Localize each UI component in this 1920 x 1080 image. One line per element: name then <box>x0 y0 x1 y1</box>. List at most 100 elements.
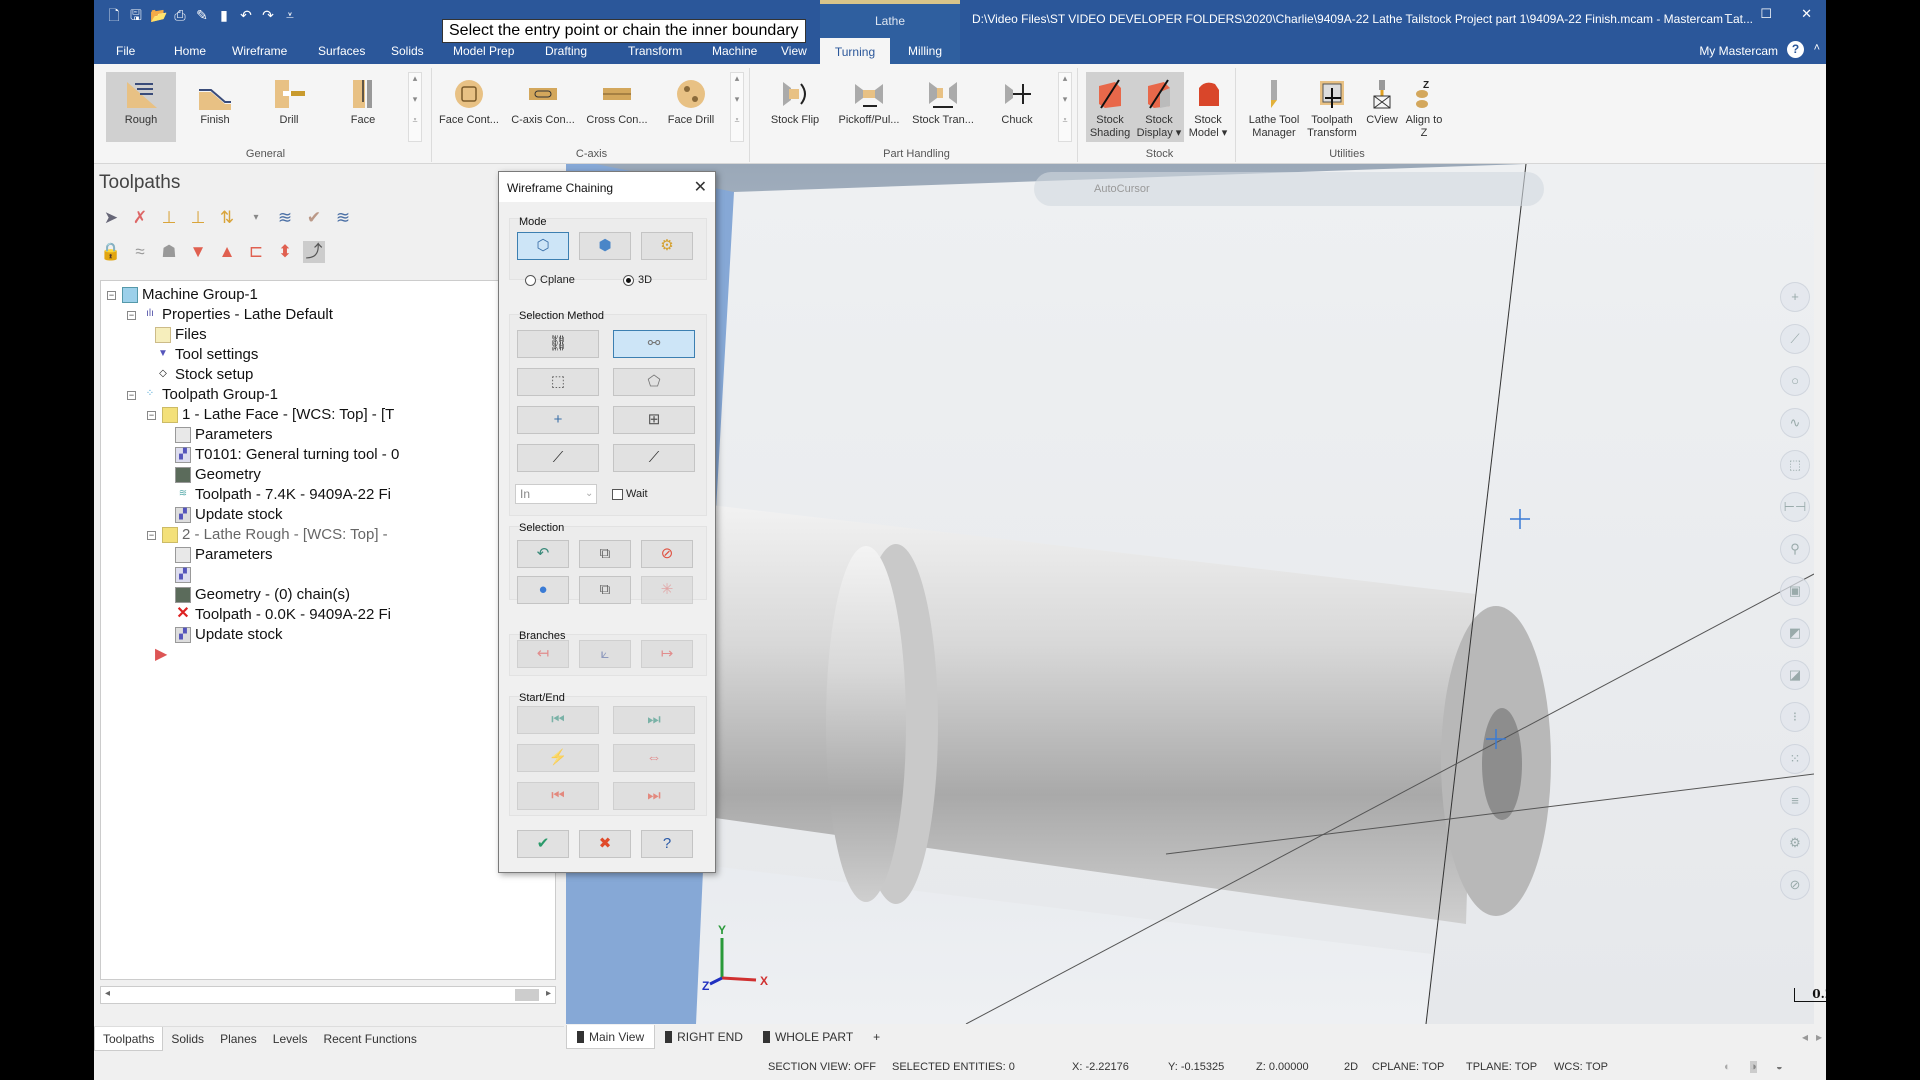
cross-contour-button[interactable]: Cross Con... <box>582 72 652 142</box>
stock-display-button[interactable]: Stock Display ▾ <box>1134 72 1184 142</box>
end-forward-button[interactable]: ⏭ <box>613 782 695 810</box>
tree-node-toolpath-group[interactable]: − ⁘ Toolpath Group-1 <box>127 385 278 405</box>
cplane-radio[interactable]: Cplane <box>525 274 575 286</box>
stock-model-button[interactable]: Stock Model ▾ <box>1184 72 1232 142</box>
tree-node-tool-settings[interactable]: ▼ Tool settings <box>155 345 258 365</box>
scroll-right-icon[interactable]: ▸ <box>546 988 551 999</box>
tplane-status[interactable]: TPLANE: TOP <box>1466 1061 1537 1073</box>
tab-file[interactable]: File <box>108 38 143 64</box>
point-method-button[interactable]: + <box>517 406 599 434</box>
wait-checkbox[interactable]: Wait <box>612 488 648 500</box>
gallery-scroll[interactable]: ▴ ▾ ⩡ <box>730 72 744 142</box>
view-tabs-prev-icon[interactable]: ◂ <box>1802 1030 1808 1044</box>
save-icon[interactable]: 🖫 <box>128 7 144 23</box>
help-button[interactable]: ? <box>641 830 693 858</box>
scroll-left-icon[interactable]: ◂ <box>105 988 110 999</box>
start-forward-button[interactable]: ⏭ <box>613 706 695 734</box>
redo-icon[interactable]: ↷ <box>260 7 276 23</box>
add-view-tab-button[interactable]: + <box>863 1025 890 1049</box>
face-button[interactable]: Face <box>328 72 398 142</box>
dialog-close-button[interactable]: ✕ <box>694 177 707 197</box>
mask-line-icon[interactable]: ⟋ <box>1780 324 1810 354</box>
new-file-icon[interactable]: 🗋 <box>106 7 122 23</box>
c-axis-contour-button[interactable]: C-axis Con... <box>508 72 578 142</box>
single-method-button[interactable]: ⟋ <box>613 444 695 472</box>
regenerate-dirty-icon[interactable]: ⊥ <box>187 207 209 229</box>
simulate-icon[interactable]: ≋ <box>332 207 354 229</box>
drill-button[interactable]: Drill <box>254 72 324 142</box>
my-mastercam-link[interactable]: My Mastercam <box>1699 44 1778 58</box>
face-drill-button[interactable]: Face Drill <box>656 72 726 142</box>
scroll-to-insert-icon[interactable]: ⬍ <box>274 241 296 263</box>
customize-icon[interactable]: ⩡ <box>282 7 298 23</box>
move-down-icon[interactable]: ▼ <box>187 241 209 263</box>
deselect-all-icon[interactable]: ✗ <box>129 207 151 229</box>
tree-node-files[interactable]: Files <box>155 325 207 345</box>
rough-button[interactable]: Rough <box>106 72 176 142</box>
collapse-icon[interactable]: − <box>147 530 156 540</box>
tree-node-update-stock[interactable]: ▞ Update stock <box>175 505 283 525</box>
print-icon[interactable]: ⎙ <box>172 7 188 23</box>
unselect-all-button[interactable]: ⊘ <box>641 540 693 568</box>
stock-transfer-button[interactable]: Stock Tran... <box>908 72 978 142</box>
partial-chain-button[interactable]: ⚯ <box>613 330 695 358</box>
regenerate-selected-icon[interactable]: ⊥ <box>158 207 180 229</box>
pickoff-pull-button[interactable]: Pickoff/Pul... <box>834 72 904 142</box>
move-up-icon[interactable]: ▲ <box>216 241 238 263</box>
close-button[interactable]: ✕ <box>1801 6 1812 22</box>
chuck-button[interactable]: Chuck <box>982 72 1052 142</box>
chain-method-button[interactable]: ⛓ <box>517 330 599 358</box>
collapse-icon[interactable]: − <box>127 390 136 400</box>
tree-node-tool[interactable]: ▞ <box>175 565 195 585</box>
gallery-scroll[interactable]: ▴ ▾ ⩡ <box>408 72 422 142</box>
tree-node-operation-1[interactable]: −1 - Lathe Face - [WCS: Top] - [T <box>147 405 394 425</box>
dimension-mode[interactable]: 2D <box>1344 1061 1358 1073</box>
maximize-button[interactable]: ☐ <box>1760 6 1772 22</box>
dropdown-icon[interactable]: ▾ <box>245 207 267 229</box>
start-back-button[interactable]: ⏮ <box>517 706 599 734</box>
3d-radio[interactable]: 3D <box>623 274 652 286</box>
tab-milling[interactable]: Milling <box>890 38 960 64</box>
tab-surfaces[interactable]: Surfaces <box>310 38 373 64</box>
bookmark-icon[interactable]: ▮ <box>216 7 232 23</box>
area-method-button[interactable]: ⊞ <box>613 406 695 434</box>
toolpath-transform-button[interactable]: Toolpath Transform <box>1304 72 1360 142</box>
cview-button[interactable]: CView <box>1362 72 1402 142</box>
reverse-chain-button[interactable]: ⇔ <box>613 744 695 772</box>
stock-shading-button[interactable]: Stock Shading <box>1086 72 1134 142</box>
dynamic-start-button[interactable]: ⚡ <box>517 744 599 772</box>
scrollbar-thumb[interactable] <box>515 989 539 1001</box>
tree-node-toolpath[interactable]: ✕ Toolpath - 0.0K - 9409A-22 Fi <box>175 605 391 625</box>
mask-spline-icon[interactable]: ∿ <box>1780 408 1810 438</box>
tree-horizontal-scrollbar[interactable]: ◂ ▸ <box>100 986 556 1004</box>
tab-turning[interactable]: Turning <box>820 38 890 64</box>
tree-node-parameters[interactable]: Parameters <box>175 425 273 445</box>
add-chain-button[interactable]: ● <box>517 576 569 604</box>
tree-node-properties[interactable]: − ılı Properties - Lathe Default <box>127 305 333 325</box>
tree-node-geometry[interactable]: Geometry - (0) chain(s) <box>175 585 350 605</box>
translucency-icon[interactable]: ◒ <box>1776 1061 1783 1073</box>
finish-button[interactable]: Finish <box>180 72 250 142</box>
window-method-button[interactable]: ⬚ <box>517 368 599 396</box>
solids-mode-button[interactable]: ⬢ <box>579 232 631 260</box>
vector-method-button[interactable]: ⟋ <box>517 444 599 472</box>
mask-levels-icon[interactable]: ≡ <box>1780 786 1810 816</box>
branch-back-button[interactable]: ↤ <box>517 640 569 668</box>
view-tab-right-end[interactable]: RIGHT END <box>655 1025 753 1049</box>
mask-stock-icon[interactable]: ▣ <box>1780 576 1810 606</box>
mask-settings-icon[interactable]: ⚙ <box>1780 828 1810 858</box>
open-icon[interactable]: 📂 <box>150 7 167 23</box>
tree-node-geometry[interactable]: Geometry <box>175 465 261 485</box>
tab-home[interactable]: Home <box>166 38 214 64</box>
shaded-display-icon[interactable]: ◑ <box>1750 1061 1757 1073</box>
view-tabs-next-icon[interactable]: ▸ <box>1816 1030 1822 1044</box>
wcs-status[interactable]: WCS: TOP <box>1554 1061 1608 1073</box>
lock-icon[interactable]: 🔒 <box>100 241 122 263</box>
chain-options-button[interactable]: ⧉ <box>579 576 631 604</box>
mask-point-icon[interactable]: + <box>1780 282 1810 312</box>
stock-flip-button[interactable]: Stock Flip <box>760 72 830 142</box>
save-as-icon[interactable]: ✎ <box>194 7 210 23</box>
tab-toolpaths[interactable]: Toolpaths <box>94 1027 164 1051</box>
insert-arrow-icon[interactable]: ⊏ <box>245 241 267 263</box>
ghost-icon[interactable]: ☗ <box>158 241 180 263</box>
